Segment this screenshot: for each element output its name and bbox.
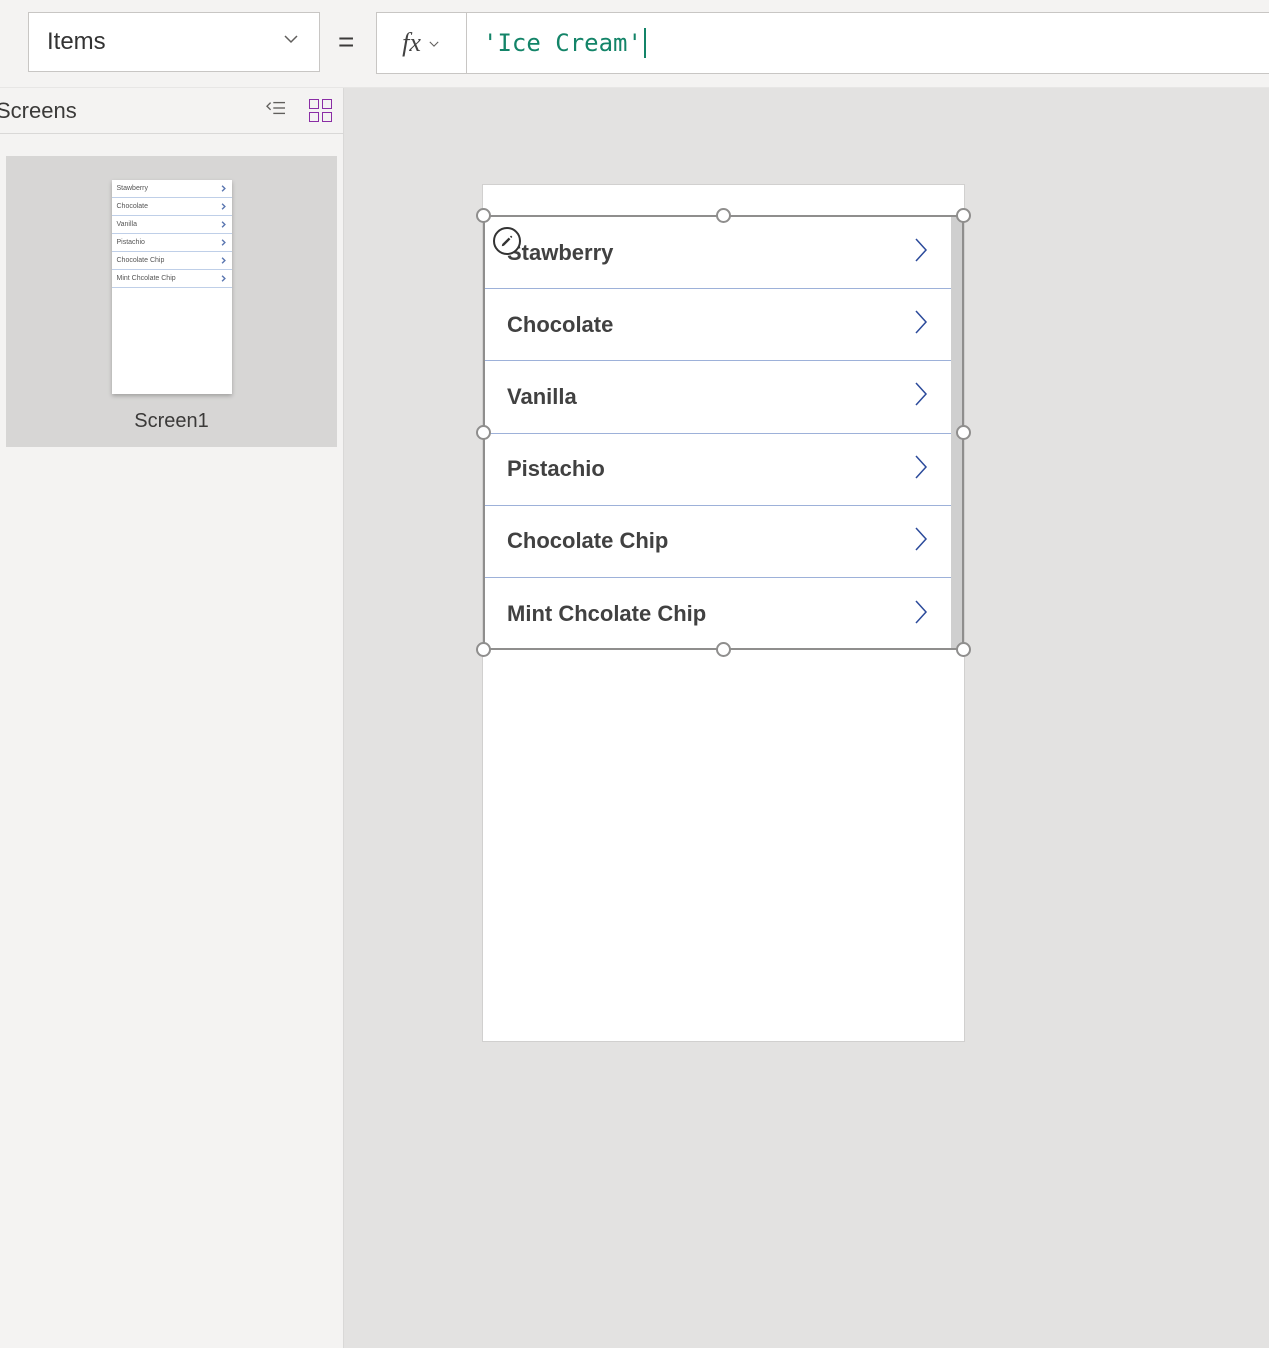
design-canvas[interactable]: Stawberry Chocolate Vanilla Pistachio Ch… xyxy=(344,88,1269,1348)
chevron-right-icon[interactable] xyxy=(910,235,932,270)
gallery-control[interactable]: Stawberry Chocolate Vanilla Pistachio Ch… xyxy=(483,215,964,650)
resize-handle[interactable] xyxy=(716,208,731,223)
thumbnails-view-icon[interactable] xyxy=(307,98,333,124)
property-dropdown[interactable]: Items xyxy=(28,12,320,72)
chevron-right-icon[interactable] xyxy=(910,452,932,487)
screens-panel: Screens Stawberry Chocolate Vanilla Pist… xyxy=(0,88,344,1348)
screen-thumbnail: Stawberry Chocolate Vanilla Pistachio Ch… xyxy=(112,180,232,394)
resize-handle[interactable] xyxy=(956,642,971,657)
formula-text: 'Ice Cream' xyxy=(483,29,642,57)
gallery-row[interactable]: Vanilla xyxy=(485,361,962,433)
chevron-right-icon[interactable] xyxy=(910,379,932,414)
chevron-right-icon[interactable] xyxy=(910,307,932,342)
edit-template-button[interactable] xyxy=(493,227,521,255)
gallery-row-label: Pistachio xyxy=(507,456,605,482)
chevron-down-icon xyxy=(427,28,441,58)
resize-handle[interactable] xyxy=(476,642,491,657)
fx-button[interactable]: fx xyxy=(377,13,467,73)
fx-icon: fx xyxy=(402,28,421,58)
gallery-row-label: Chocolate xyxy=(507,312,613,338)
gallery-row-label: Chocolate Chip xyxy=(507,528,668,554)
gallery-row-label: Mint Chcolate Chip xyxy=(507,601,706,627)
chevron-down-icon xyxy=(281,28,301,56)
property-dropdown-label: Items xyxy=(47,28,106,56)
equals-sign: = xyxy=(338,26,354,58)
list-item: Pistachio xyxy=(112,234,232,252)
gallery-row[interactable]: Chocolate Chip xyxy=(485,506,962,578)
list-item: Mint Chcolate Chip xyxy=(112,270,232,288)
chevron-right-icon[interactable] xyxy=(910,597,932,632)
gallery-row[interactable]: Chocolate xyxy=(485,289,962,361)
list-item: Chocolate Chip xyxy=(112,252,232,270)
text-cursor xyxy=(644,28,646,58)
list-item: Chocolate xyxy=(112,198,232,216)
gallery-row[interactable]: Mint Chcolate Chip xyxy=(485,578,962,648)
formula-box: fx 'Ice Cream' xyxy=(376,12,1269,74)
resize-handle[interactable] xyxy=(716,642,731,657)
gallery-row-label: Vanilla xyxy=(507,384,577,410)
phone-frame: Stawberry Chocolate Vanilla Pistachio Ch… xyxy=(482,184,965,1042)
formula-bar: Items = fx 'Ice Cream' xyxy=(0,0,1269,88)
gallery-row[interactable]: Stawberry xyxy=(485,217,962,289)
screen-thumbnail-card[interactable]: Stawberry Chocolate Vanilla Pistachio Ch… xyxy=(6,156,337,447)
resize-handle[interactable] xyxy=(476,208,491,223)
collapse-tree-icon[interactable] xyxy=(263,98,289,124)
resize-handle[interactable] xyxy=(476,425,491,440)
screens-panel-title: Screens xyxy=(0,98,77,124)
formula-input[interactable]: 'Ice Cream' xyxy=(467,13,1269,73)
screen-name-label: Screen1 xyxy=(6,410,337,433)
chevron-right-icon[interactable] xyxy=(910,524,932,559)
list-item: Stawberry xyxy=(112,180,232,198)
resize-handle[interactable] xyxy=(956,425,971,440)
gallery-row[interactable]: Pistachio xyxy=(485,434,962,506)
gallery-row-label: Stawberry xyxy=(507,240,613,266)
list-item: Vanilla xyxy=(112,216,232,234)
resize-handle[interactable] xyxy=(956,208,971,223)
